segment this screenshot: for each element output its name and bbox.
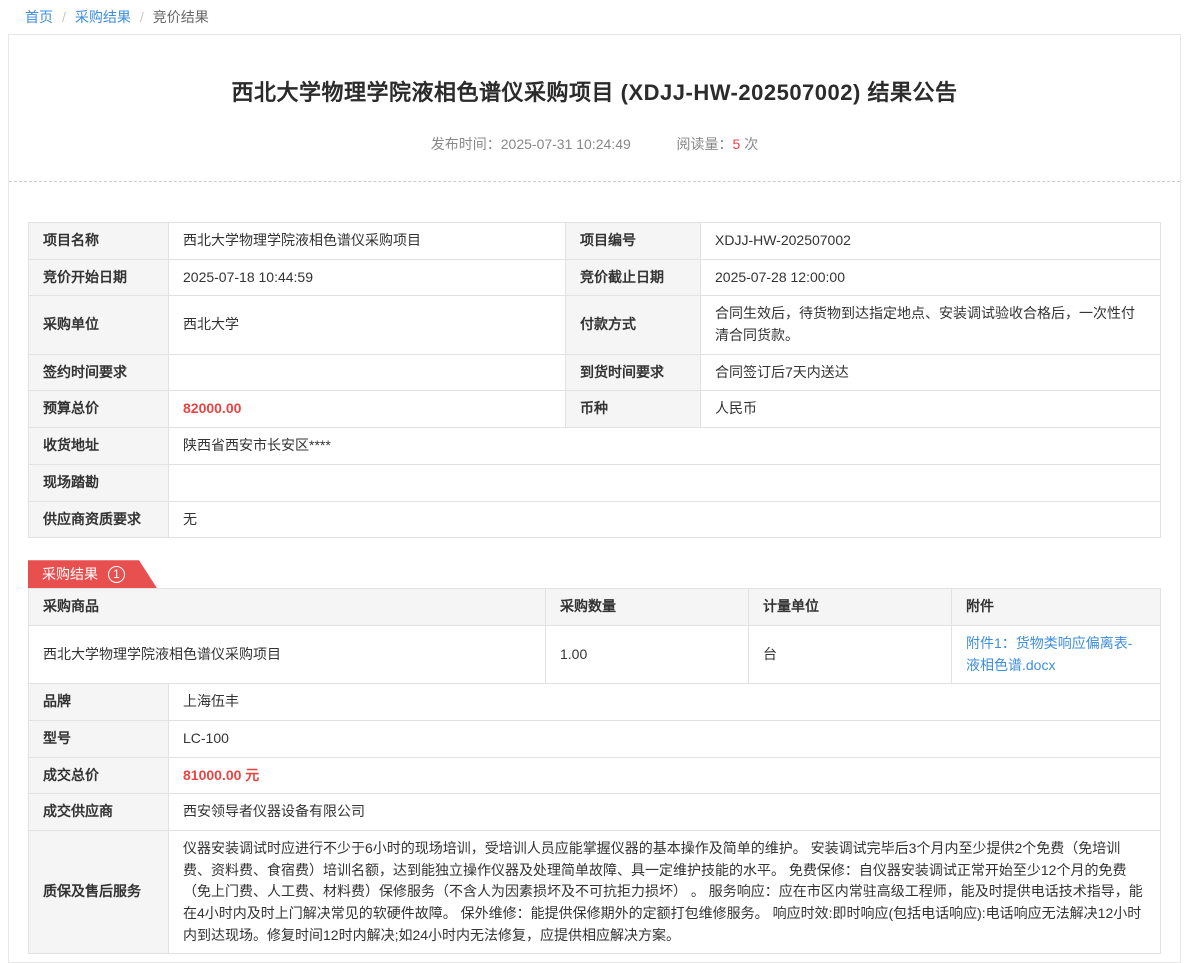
views-label: 阅读量： — [677, 136, 733, 152]
project-name-value: 西北大学物理学院液相色谱仪采购项目 — [169, 223, 566, 260]
project-info-table: 项目名称 西北大学物理学院液相色谱仪采购项目 项目编号 XDJJ-HW-2025… — [28, 222, 1161, 538]
table-row: 预算总价 82000.00 币种 人民币 — [29, 391, 1161, 428]
page-title: 西北大学物理学院液相色谱仪采购项目 (XDJJ-HW-202507002) 结果… — [9, 35, 1180, 107]
product-quantity-cell: 1.00 — [546, 625, 749, 683]
breadcrumb-parent-link[interactable]: 采购结果 — [75, 7, 131, 27]
table-row: 收货地址 陕西省西安市长安区**** — [29, 428, 1161, 465]
purchaser-label: 采购单位 — [29, 296, 169, 354]
col-header-unit: 计量单位 — [749, 589, 952, 626]
site-survey-label: 现场踏勘 — [29, 464, 169, 501]
bid-start-value: 2025-07-18 10:44:59 — [169, 259, 566, 296]
sign-time-value — [169, 354, 566, 391]
result-section-ribbon: 采购结果 1 — [28, 560, 157, 588]
breadcrumb-separator: / — [140, 9, 144, 25]
payment-label: 付款方式 — [566, 296, 701, 354]
project-no-value: XDJJ-HW-202507002 — [701, 223, 1161, 260]
currency-label: 币种 — [566, 391, 701, 428]
table-row: 成交供应商 西安领导者仪器设备有限公司 — [29, 794, 1161, 831]
delivery-time-value: 合同签订后7天内送达 — [701, 354, 1161, 391]
warranty-label: 质保及售后服务 — [29, 831, 169, 954]
table-row: 供应商资质要求 无 — [29, 501, 1161, 538]
warranty-value: 仪器安装调试时应进行不少于6小时的现场培训，受培训人员应能掌握仪器的基本操作及简… — [169, 831, 1161, 954]
result-ribbon-label: 采购结果 — [42, 564, 98, 584]
model-value: LC-100 — [169, 720, 1161, 757]
model-label: 型号 — [29, 720, 169, 757]
sign-time-label: 签约时间要求 — [29, 354, 169, 391]
qualification-value: 无 — [169, 501, 1161, 538]
result-count-badge: 1 — [108, 566, 125, 583]
publish-time-group: 发布时间：2025-07-31 10:24:49 — [431, 134, 631, 154]
budget-value: 82000.00 — [169, 391, 566, 428]
bid-end-value: 2025-07-28 12:00:00 — [701, 259, 1161, 296]
brand-value: 上海伍丰 — [169, 684, 1161, 721]
bid-end-label: 竞价截止日期 — [566, 259, 701, 296]
views-group: 阅读量：5 次 — [677, 134, 759, 154]
brand-label: 品牌 — [29, 684, 169, 721]
delivery-time-label: 到货时间要求 — [566, 354, 701, 391]
breadcrumb-current: 竞价结果 — [153, 7, 209, 27]
table-row: 西北大学物理学院液相色谱仪采购项目 1.00 台 附件1：货物类响应偏离表-液相… — [29, 625, 1161, 683]
budget-label: 预算总价 — [29, 391, 169, 428]
product-name-cell: 西北大学物理学院液相色谱仪采购项目 — [29, 625, 546, 683]
publish-time-label: 发布时间： — [431, 136, 501, 152]
col-header-attachment: 附件 — [952, 589, 1161, 626]
col-header-quantity: 采购数量 — [546, 589, 749, 626]
publish-meta: 发布时间：2025-07-31 10:24:49 阅读量：5 次 — [9, 134, 1180, 182]
table-row: 品牌 上海伍丰 — [29, 684, 1161, 721]
announcement-content: 项目名称 西北大学物理学院液相色谱仪采购项目 项目编号 XDJJ-HW-2025… — [9, 222, 1180, 962]
supplier-value: 西安领导者仪器设备有限公司 — [169, 794, 1161, 831]
breadcrumb-separator: / — [62, 9, 66, 25]
breadcrumb: 首页 / 采购结果 / 竞价结果 — [0, 0, 1189, 34]
qualification-label: 供应商资质要求 — [29, 501, 169, 538]
table-row: 质保及售后服务 仪器安装调试时应进行不少于6小时的现场培训，受培训人员应能掌握仪… — [29, 831, 1161, 954]
announcement-card: 西北大学物理学院液相色谱仪采购项目 (XDJJ-HW-202507002) 结果… — [8, 34, 1181, 963]
table-row: 采购单位 西北大学 付款方式 合同生效后，待货物到达指定地点、安装调试验收合格后… — [29, 296, 1161, 354]
supplier-label: 成交供应商 — [29, 794, 169, 831]
currency-value: 人民币 — [701, 391, 1161, 428]
table-row: 成交总价 81000.00 元 — [29, 757, 1161, 794]
table-row: 型号 LC-100 — [29, 720, 1161, 757]
breadcrumb-home-link[interactable]: 首页 — [25, 7, 53, 27]
project-name-label: 项目名称 — [29, 223, 169, 260]
table-row: 竞价开始日期 2025-07-18 10:44:59 竞价截止日期 2025-0… — [29, 259, 1161, 296]
result-table: 采购商品 采购数量 计量单位 附件 西北大学物理学院液相色谱仪采购项目 1.00… — [28, 588, 1161, 954]
purchaser-value: 西北大学 — [169, 296, 566, 354]
col-header-product: 采购商品 — [29, 589, 546, 626]
table-header-row: 采购商品 采购数量 计量单位 附件 — [29, 589, 1161, 626]
attachment-link[interactable]: 附件1：货物类响应偏离表-液相色谱.docx — [966, 635, 1132, 673]
deal-price-value: 81000.00 元 — [169, 757, 1161, 794]
product-attachment-cell: 附件1：货物类响应偏离表-液相色谱.docx — [952, 625, 1161, 683]
project-no-label: 项目编号 — [566, 223, 701, 260]
address-label: 收货地址 — [29, 428, 169, 465]
bid-start-label: 竞价开始日期 — [29, 259, 169, 296]
product-unit-cell: 台 — [749, 625, 952, 683]
site-survey-value — [169, 464, 1161, 501]
table-row: 项目名称 西北大学物理学院液相色谱仪采购项目 项目编号 XDJJ-HW-2025… — [29, 223, 1161, 260]
views-unit: 次 — [744, 136, 758, 152]
deal-price-label: 成交总价 — [29, 757, 169, 794]
payment-value: 合同生效后，待货物到达指定地点、安装调试验收合格后，一次性付清合同货款。 — [701, 296, 1161, 354]
publish-time-value: 2025-07-31 10:24:49 — [501, 136, 631, 152]
table-row: 签约时间要求 到货时间要求 合同签订后7天内送达 — [29, 354, 1161, 391]
table-row: 现场踏勘 — [29, 464, 1161, 501]
views-count: 5 — [733, 136, 741, 152]
address-value: 陕西省西安市长安区**** — [169, 428, 1161, 465]
